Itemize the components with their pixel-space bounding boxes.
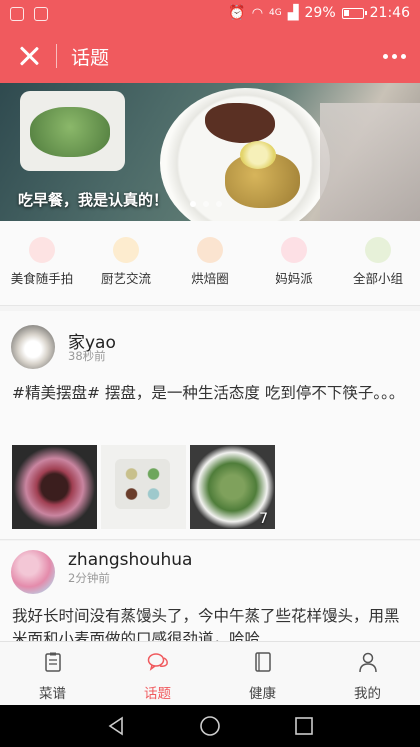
book-icon (254, 652, 271, 672)
avatar[interactable] (11, 325, 55, 369)
carousel-dots (190, 201, 222, 207)
category-label: 烘焙圈 (191, 271, 229, 286)
nav-label: 话题 (144, 686, 171, 702)
battery-icon (341, 7, 367, 19)
category-cooking-exchange[interactable]: 厨艺交流 (84, 221, 168, 305)
post-card[interactable]: zhangshouhua 2分钟前 我好长时间没有蒸馒头了，今中午蒸了些花样馒头… (0, 541, 420, 648)
alarm-icon: ⏰ (228, 5, 246, 21)
banner-carousel[interactable]: 吃早餐，我是认真的！ (0, 83, 420, 221)
category-label: 美食随手拍 (10, 271, 74, 286)
post-time: 2分钟前 (68, 571, 110, 585)
cloth-image (320, 103, 420, 221)
lemon-image (240, 141, 276, 169)
clock: 21:46 (369, 5, 410, 21)
photo-count: 7 (259, 511, 268, 527)
utensils-icon (113, 237, 139, 263)
category-baking-circle[interactable]: 烘焙圈 (168, 221, 252, 305)
category-all-groups[interactable]: 全部小组 (336, 221, 420, 305)
camera-icon (29, 237, 55, 263)
nav-topics[interactable]: 话题 (105, 642, 210, 706)
category-food-snapshot[interactable]: 美食随手拍 (0, 221, 84, 305)
nav-mine[interactable]: 我的 (315, 642, 420, 706)
chat-bubble-icon (147, 653, 168, 671)
wifi-icon: ◠ (251, 5, 264, 21)
nav-health[interactable]: 健康 (210, 642, 315, 706)
category-label: 妈妈派 (275, 271, 313, 286)
person-icon (358, 652, 377, 673)
page-title: 话题 (71, 47, 110, 69)
carousel-dot[interactable] (203, 201, 209, 207)
category-moms[interactable]: 妈妈派 (252, 221, 336, 305)
photo-thumbnail[interactable] (101, 445, 186, 529)
battery-percent: 29% (304, 5, 336, 21)
signal-icon: ▟ (287, 5, 299, 21)
post-time: 38秒前 (68, 349, 106, 363)
carousel-dot[interactable] (216, 201, 222, 207)
username[interactable]: zhangshouhua (68, 550, 192, 570)
nav-label: 我的 (354, 686, 381, 702)
image-notification-icon (34, 7, 48, 21)
status-bar: ⏰ ◠ 4G ▟ 29% 21:46 (0, 0, 420, 30)
bread-icon (197, 237, 223, 263)
divider (56, 44, 57, 68)
category-label: 厨艺交流 (100, 271, 151, 286)
back-icon[interactable] (105, 715, 127, 737)
post-card[interactable]: 家yao 38秒前 #精美摆盘# 摆盘，是一种生活态度 吃到停不下筷子。。。 7 (0, 311, 420, 540)
carousel-dot[interactable] (190, 201, 196, 207)
network-type: 4G (269, 8, 282, 18)
recent-apps-icon[interactable] (293, 715, 315, 737)
notification-icon (10, 7, 24, 21)
nav-recipes[interactable]: 菜谱 (0, 642, 105, 706)
close-icon[interactable] (15, 42, 43, 70)
bottom-nav: 菜谱 话题 健康 我的 (0, 641, 420, 706)
system-nav-bar (0, 705, 420, 747)
nav-label: 健康 (249, 686, 276, 702)
more-options-icon[interactable] (383, 54, 406, 59)
photo-thumbnail[interactable]: 7 (190, 445, 275, 529)
more-dots-icon (365, 237, 391, 263)
photo-grid: 7 (12, 445, 275, 529)
title-bar: 话题 (0, 30, 420, 83)
category-label: 全部小组 (352, 271, 403, 286)
clipboard-icon (44, 652, 61, 672)
salad-image (30, 107, 110, 157)
nav-label: 菜谱 (39, 686, 66, 702)
banner-caption: 吃早餐，我是认真的！ (18, 191, 169, 209)
baby-icon (281, 237, 307, 263)
post-text: #精美摆盘# 摆盘，是一种生活态度 吃到停不下筷子。。。 (12, 384, 405, 402)
photo-thumbnail[interactable] (12, 445, 97, 529)
category-row: 美食随手拍 厨艺交流 烘焙圈 妈妈派 全部小组 (0, 221, 420, 306)
avatar[interactable] (11, 550, 55, 594)
home-icon[interactable] (199, 715, 221, 737)
